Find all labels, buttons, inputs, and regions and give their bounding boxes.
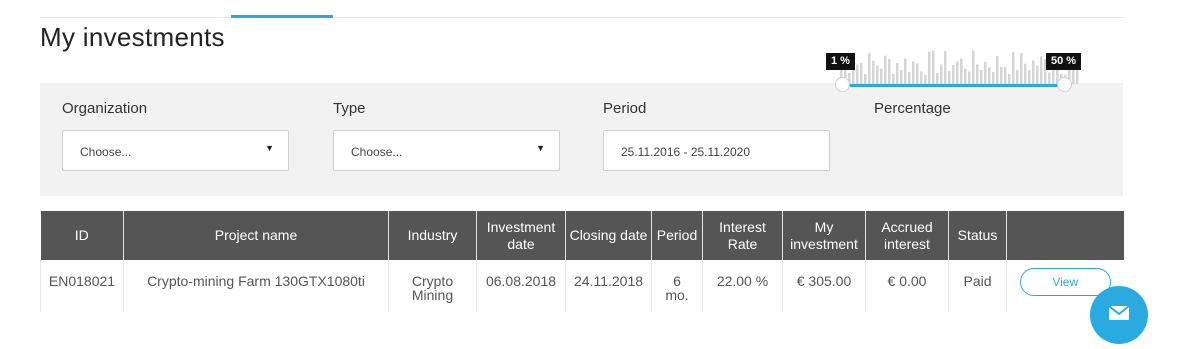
caret-down-icon: ▼ — [265, 143, 274, 153]
column-header-action — [1006, 211, 1124, 260]
column-header-project: Project name — [123, 211, 389, 260]
page-title: My investments — [40, 22, 225, 52]
cell-period: 6 mo. — [651, 260, 703, 312]
filters-panel: Organization Choose... ▼ Type Choose... … — [40, 83, 1123, 196]
cell-industry: Crypto Mining — [388, 260, 477, 312]
cell-accrued-interest: € 0.00 — [865, 260, 949, 312]
column-header-closing-date: Closing date — [565, 211, 652, 260]
histogram-bar — [880, 68, 883, 84]
type-select-value: Choose... — [351, 145, 403, 159]
histogram-bar — [912, 61, 915, 84]
histogram-bar — [1008, 73, 1011, 84]
histogram-bar — [960, 58, 963, 84]
organization-label: Organization — [62, 100, 148, 117]
percentage-label: Percentage — [874, 100, 951, 117]
histogram-bar — [976, 64, 979, 84]
type-label: Type — [333, 100, 366, 117]
column-header-interest-rate: Interest Rate — [702, 211, 783, 260]
histogram-bar — [944, 51, 947, 84]
histogram-bar — [860, 62, 863, 84]
histogram-bar — [888, 58, 891, 84]
histogram-bar — [1020, 53, 1023, 84]
slider-max-handle[interactable] — [1057, 77, 1072, 92]
cell-id: EN018021 — [40, 260, 124, 312]
organization-select-value: Choose... — [80, 145, 132, 159]
percentage-range-slider[interactable]: 1 % 50 % — [826, 46, 1085, 96]
histogram-bar — [900, 69, 903, 84]
histogram-bar — [1036, 65, 1039, 84]
organization-select[interactable]: Choose... ▼ — [62, 130, 289, 171]
histogram-bar — [980, 69, 983, 84]
histogram-bar — [928, 51, 931, 84]
histogram-bar — [948, 71, 951, 84]
cell-project: Crypto-mining Farm 130GTX1080ti — [123, 260, 389, 312]
histogram-bar — [896, 63, 899, 84]
histogram-bar — [964, 68, 967, 84]
histogram-bar — [864, 73, 867, 84]
histogram-bar — [876, 65, 879, 84]
histogram-bar — [924, 74, 927, 84]
envelope-icon — [1108, 305, 1130, 320]
histogram-bar — [972, 50, 975, 84]
chat-icon[interactable] — [1090, 286, 1148, 344]
top-divider — [40, 17, 1125, 18]
table-row: EN018021 Crypto-mining Farm 130GTX1080ti… — [40, 260, 1124, 312]
histogram-bar — [1048, 72, 1051, 84]
column-header-industry: Industry — [388, 211, 477, 260]
histogram-bar — [936, 72, 939, 84]
cell-my-investment: € 305.00 — [782, 260, 866, 312]
histogram-bar — [988, 67, 991, 84]
histogram-bar — [908, 71, 911, 84]
histogram-bar — [856, 64, 859, 84]
column-header-accrued-interest: Accrued interest — [865, 211, 949, 260]
histogram-bar — [952, 65, 955, 84]
table-header-row: ID Project name Industry Investment date… — [40, 211, 1124, 260]
cell-status: Paid — [948, 260, 1007, 312]
histogram-bar — [1040, 56, 1043, 84]
histogram-bar — [984, 61, 987, 84]
histogram-bar — [1004, 66, 1007, 84]
cell-interest-rate: 22.00 % — [702, 260, 783, 312]
caret-down-icon: ▼ — [536, 143, 545, 153]
histogram-bar — [884, 55, 887, 84]
column-header-investment-date: Investment date — [476, 211, 566, 260]
histogram-bar — [1012, 51, 1015, 84]
slider-max-label: 50 % — [1046, 53, 1082, 70]
cell-closing-date: 24.11.2018 — [565, 260, 652, 312]
histogram-bar — [872, 60, 875, 84]
histogram-bar — [932, 50, 935, 84]
histogram-bar — [996, 55, 999, 84]
histogram-bar — [940, 64, 943, 84]
histogram-bar — [1024, 63, 1027, 84]
histogram-bar — [916, 63, 919, 84]
histogram-bar — [992, 72, 995, 84]
column-header-status: Status — [948, 211, 1007, 260]
slider-min-label: 1 % — [826, 53, 855, 70]
column-header-period: Period — [651, 211, 703, 260]
histogram-bar — [892, 74, 895, 84]
histogram-bar — [920, 71, 923, 84]
column-header-id: ID — [40, 211, 124, 260]
histogram-bar — [1028, 69, 1031, 84]
histogram-bar — [1052, 70, 1055, 84]
histogram-bar — [1032, 60, 1035, 84]
histogram-bar — [956, 61, 959, 84]
histogram-bar — [968, 71, 971, 84]
cell-investment-date: 06.08.2018 — [476, 260, 566, 312]
histogram-bar — [904, 58, 907, 84]
slider-range-fill — [841, 84, 1063, 87]
histogram-bar — [1000, 66, 1003, 84]
period-label: Period — [603, 100, 647, 117]
histogram-bar — [1016, 69, 1019, 84]
period-input-value: 25.11.2016 - 25.11.2020 — [621, 145, 750, 159]
histogram-bar — [868, 53, 871, 84]
percentage-histogram — [840, 50, 1079, 84]
column-header-my-investment: My investment — [782, 211, 866, 260]
slider-min-handle[interactable] — [835, 77, 850, 92]
histogram-bar — [852, 69, 855, 84]
active-tab-indicator — [231, 15, 333, 18]
type-select[interactable]: Choose... ▼ — [333, 130, 560, 171]
investments-table: ID Project name Industry Investment date… — [40, 211, 1124, 312]
period-input[interactable]: 25.11.2016 - 25.11.2020 — [603, 130, 830, 171]
